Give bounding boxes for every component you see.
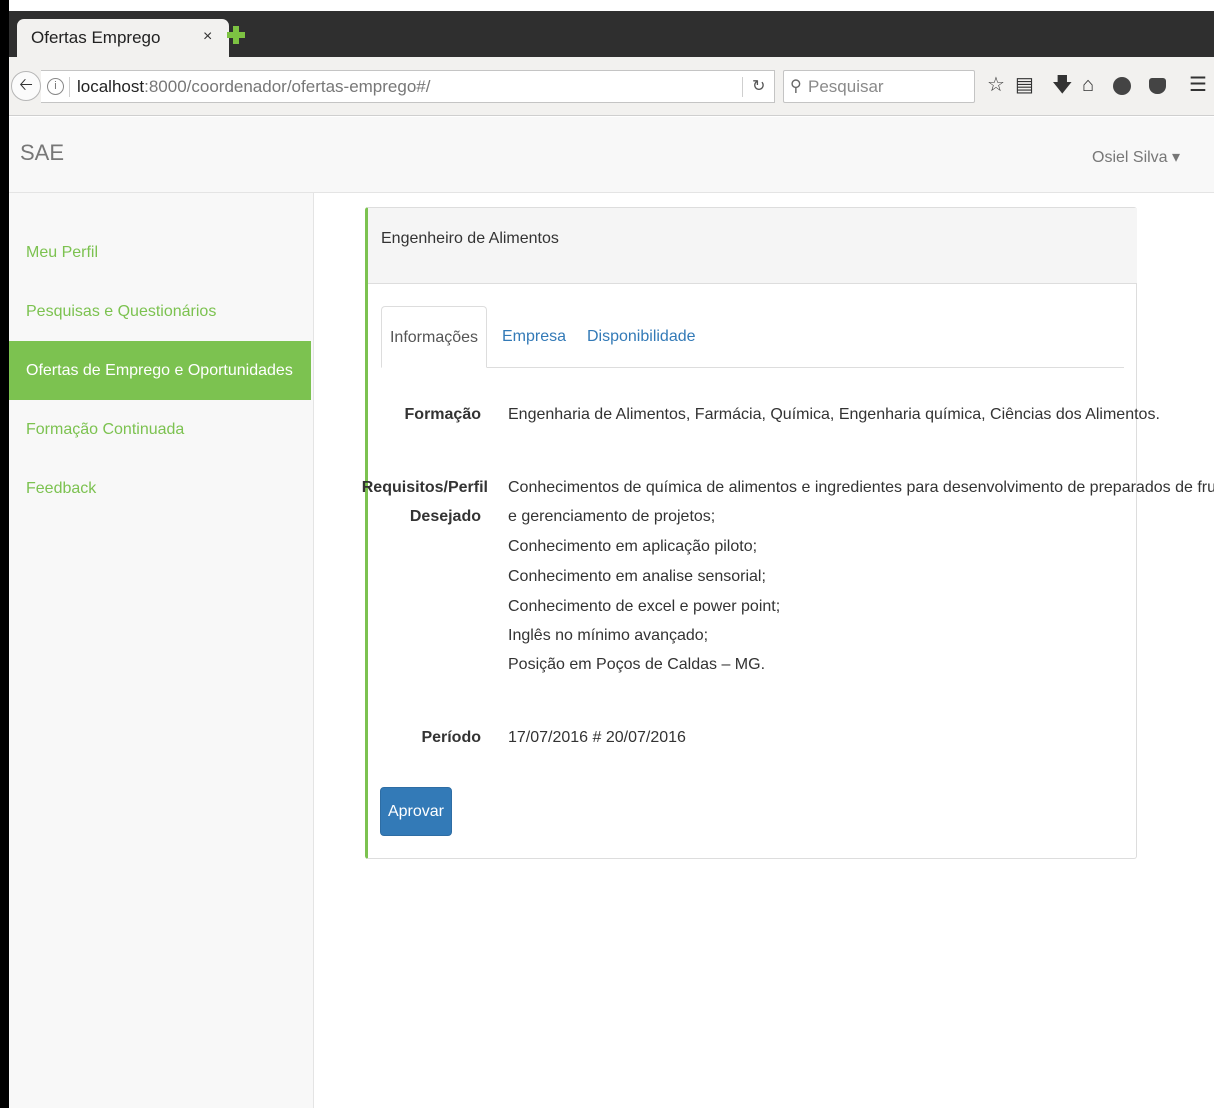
formacao-label: Formação <box>404 406 481 423</box>
tabs-divider <box>381 367 1124 368</box>
browser-tab[interactable]: Ofertas Emprego × <box>17 19 229 57</box>
requisitos-label-line2: Desejado <box>409 508 481 525</box>
url-divider <box>69 77 70 97</box>
browser-navbar: 🡠 i localhost:8000/coordenador/ofertas-e… <box>9 57 1214 116</box>
hello-chat-icon[interactable] <box>1113 77 1131 95</box>
requisito-line: Conhecimento em aplicação piloto; <box>508 538 758 555</box>
requisito-line: Inglês no mínimo avançado; <box>508 627 709 644</box>
periodo-value: 17/07/2016 # 20/07/2016 <box>508 729 686 746</box>
pocket-icon[interactable] <box>1149 78 1166 94</box>
sidebar-item-feedback[interactable]: Feedback <box>9 459 311 518</box>
frame-border <box>0 0 9 1108</box>
panel-heading: Engenheiro de Alimentos <box>368 208 1137 284</box>
sidebar-item-meu-perfil[interactable]: Meu Perfil <box>9 223 311 282</box>
url-divider-right <box>742 77 743 97</box>
requisito-line: Conhecimentos de química de alimentos e … <box>508 479 1214 496</box>
search-placeholder: Pesquisar <box>808 77 884 96</box>
back-arrow-icon[interactable]: 🡠 <box>11 71 41 101</box>
url-path: :8000/coordenador/ofertas-emprego#/ <box>144 77 431 96</box>
close-icon[interactable]: × <box>203 28 212 46</box>
bookmark-star-icon[interactable]: ☆ <box>987 74 1005 96</box>
job-offer-panel: Engenheiro de Alimentos Informações Empr… <box>361 207 1214 859</box>
address-bar[interactable]: i localhost:8000/coordenador/ofertas-emp… <box>41 70 775 103</box>
app-header: SAE Osiel Silva ▾ <box>9 117 1214 193</box>
formacao-value: Engenharia de Alimentos, Farmácia, Quími… <box>508 406 1160 423</box>
sidebar-item-pesquisas[interactable]: Pesquisas e Questionários <box>9 282 311 341</box>
panel-title: Engenheiro de Alimentos <box>381 230 559 247</box>
new-tab-plus-icon[interactable] <box>227 26 245 44</box>
periodo-label: Período <box>421 729 481 746</box>
app-brand[interactable]: SAE <box>20 140 64 166</box>
requisito-line: Conhecimento de excel e power point; <box>508 598 781 615</box>
browser-tab-strip: Ofertas Emprego × <box>9 11 1214 57</box>
sidebar-item-formacao-continuada[interactable]: Formação Continuada <box>9 400 311 459</box>
sidebar: Meu Perfil Pesquisas e Questionários Ofe… <box>9 193 314 1108</box>
requisito-line: Posição em Poços de Caldas – MG. <box>508 656 766 673</box>
browser-tab-title: Ofertas Emprego <box>31 28 161 47</box>
reading-list-icon[interactable]: ▤ <box>1015 74 1034 96</box>
aprovar-button[interactable]: Aprovar <box>380 787 452 836</box>
tab-disponibilidade[interactable]: Disponibilidade <box>587 306 696 368</box>
search-icon: ⚲ <box>790 78 802 95</box>
document-caption-strip <box>0 0 1214 11</box>
requisito-line: e gerenciamento de projetos; <box>508 508 716 525</box>
home-icon[interactable]: ⌂ <box>1082 74 1094 96</box>
hamburger-menu-icon[interactable]: ☰ <box>1189 74 1207 96</box>
url-text: localhost:8000/coordenador/ofertas-empre… <box>77 77 430 97</box>
info-icon[interactable]: i <box>47 78 64 95</box>
tab-empresa[interactable]: Empresa <box>502 306 566 368</box>
url-host: localhost <box>77 77 145 96</box>
requisitos-label: Requisitos/Perfil <box>361 479 488 496</box>
download-icon[interactable]: 🡇 <box>1052 74 1073 96</box>
search-input[interactable]: ⚲ Pesquisar <box>783 70 975 103</box>
requisito-line: Conhecimento em analise sensorial; <box>508 568 766 585</box>
tab-informacoes[interactable]: Informações <box>381 306 487 368</box>
browser-window: Ofertas Emprego × 🡠 i localhost:8000/coo… <box>0 0 1214 1108</box>
user-menu-dropdown[interactable]: Osiel Silva ▾ <box>1092 147 1180 167</box>
sidebar-item-ofertas-emprego[interactable]: Ofertas de Emprego e Oportunidades <box>9 341 311 400</box>
reload-icon[interactable]: ↻ <box>752 76 765 96</box>
